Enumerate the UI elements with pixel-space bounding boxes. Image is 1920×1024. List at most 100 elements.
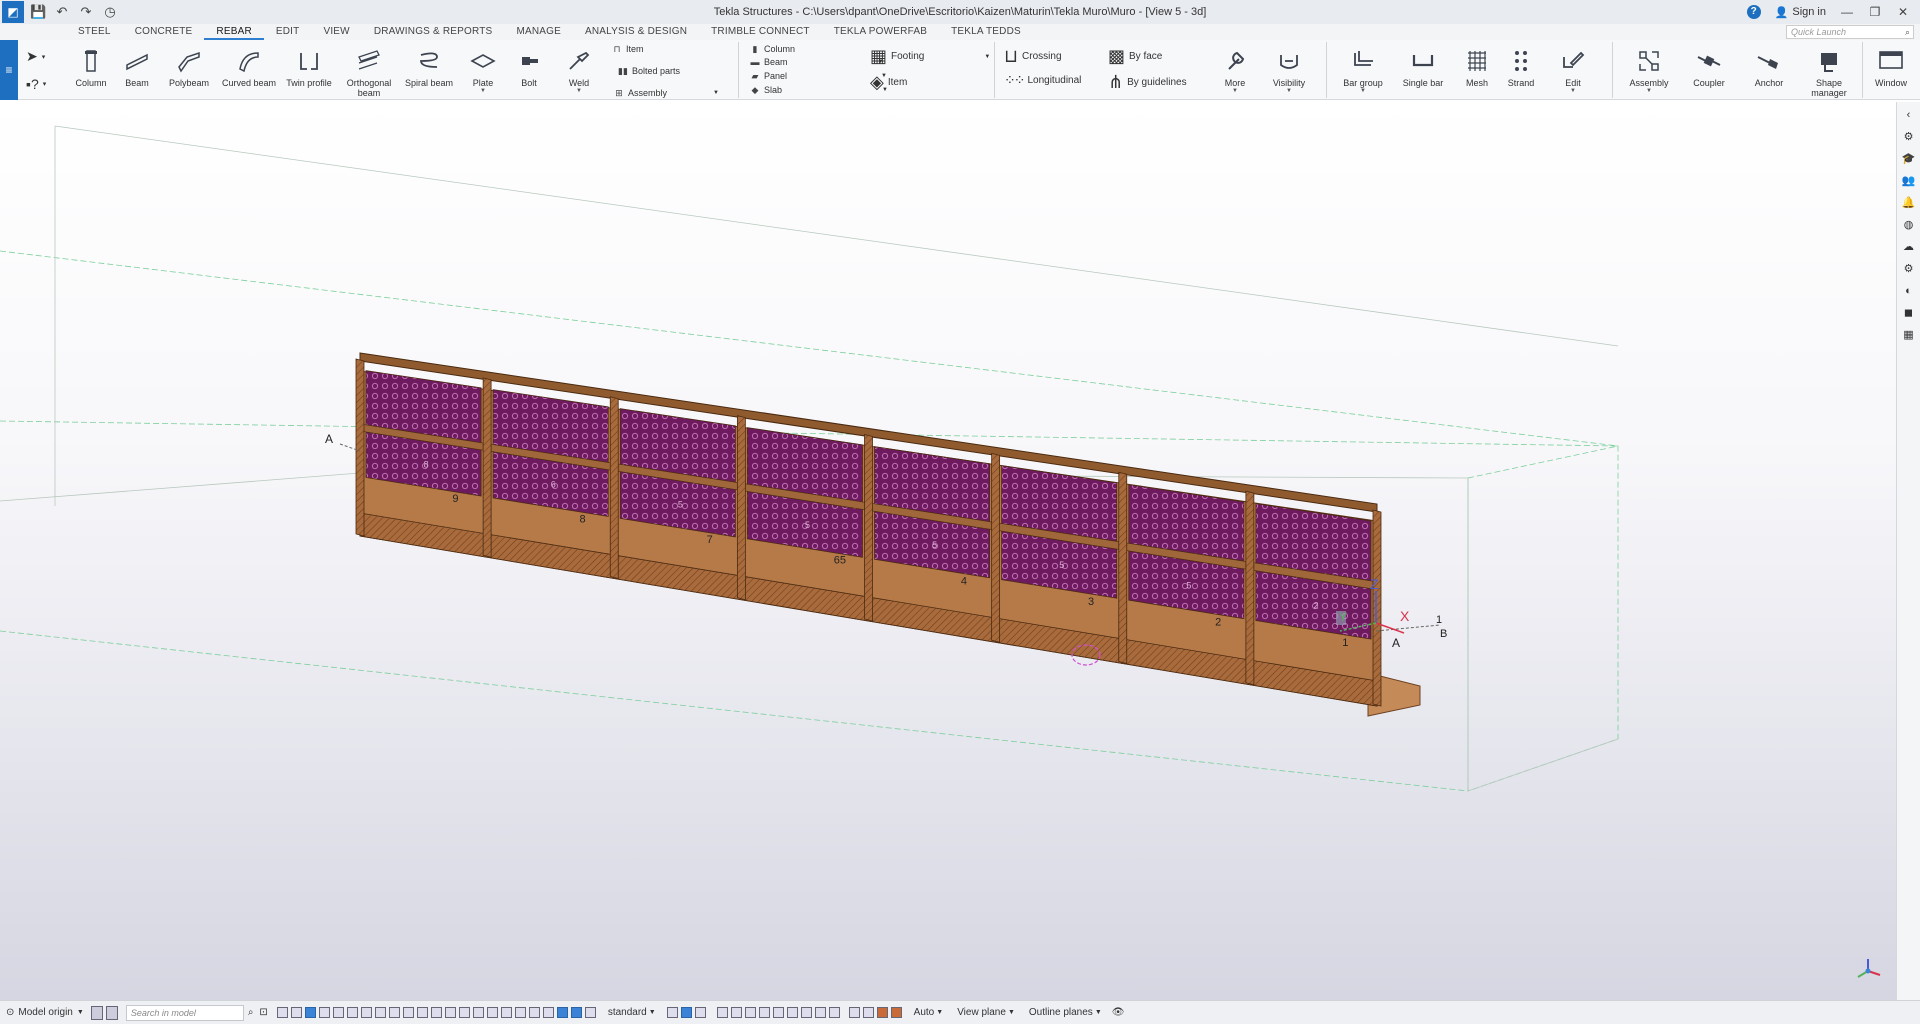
window-button[interactable]: Window (1864, 44, 1918, 98)
select-arrow-icon[interactable]: ➤ ▾ (26, 48, 45, 65)
select-switch-4[interactable] (319, 1007, 331, 1018)
snap-switch-6[interactable] (745, 1007, 757, 1018)
snap-switch-4[interactable] (717, 1007, 729, 1018)
select-switch-21[interactable] (557, 1007, 569, 1018)
select-switch-1[interactable] (277, 1007, 289, 1018)
search-icon[interactable]: ⌕ (248, 1007, 254, 1018)
properties-icon[interactable]: ⚙ (1900, 128, 1918, 146)
twin-profile-button[interactable]: Twin profile (282, 44, 336, 98)
select-switch-3[interactable] (305, 1007, 317, 1018)
quick-launch-input[interactable]: Quick Launch ⌕ (1786, 25, 1914, 39)
tab-drawings-reports[interactable]: DRAWINGS & REPORTS (362, 24, 505, 40)
history-icon[interactable]: ◷ (102, 4, 118, 20)
concrete-item-button[interactable]: ◈ Item (870, 72, 907, 93)
globe-icon[interactable]: ◍ (1900, 216, 1918, 234)
edit-dropdown-icon[interactable]: ▼ (1570, 88, 1576, 94)
plate-dropdown-icon[interactable]: ▼ (480, 88, 486, 94)
select-switch-9[interactable] (389, 1007, 401, 1018)
longitudinal-button[interactable]: ⁘⁘ Longitudinal (1004, 72, 1081, 89)
polybeam-button[interactable]: Polybeam (162, 44, 216, 98)
bolted-parts-button[interactable]: ▮▮ Bolted parts (618, 66, 680, 76)
wall-post[interactable] (1245, 490, 1255, 686)
tab-rebar[interactable]: REBAR (204, 24, 264, 40)
users-icon[interactable]: 👥 (1900, 172, 1918, 190)
tab-view[interactable]: VIEW (311, 24, 361, 40)
single-bar-button[interactable]: Single bar (1396, 44, 1450, 98)
select-switch-13[interactable] (445, 1007, 457, 1018)
select-switch-19[interactable] (529, 1007, 541, 1018)
settings-icon[interactable]: ⚙ (1900, 260, 1918, 278)
model-canvas[interactable]: 9 8 8 6 7 5 65 5 4 5 3 5 2 5 1 2 A A 1 B X Y Z (0, 101, 1896, 1000)
more-button[interactable]: More ▼ (1208, 44, 1262, 98)
select-switch-7[interactable] (361, 1007, 373, 1018)
zoom-to-selected-icon[interactable]: ⊡ (259, 1007, 267, 1018)
select-switch-8[interactable] (375, 1007, 387, 1018)
spiral-beam-button[interactable]: Spiral beam (402, 44, 456, 98)
snap-switch-7[interactable] (759, 1007, 771, 1018)
redo-icon[interactable]: ↷ (78, 4, 94, 20)
select-switch-16[interactable] (487, 1007, 499, 1018)
select-switch-2[interactable] (291, 1007, 303, 1018)
snap-switch-15[interactable] (877, 1007, 889, 1018)
wall-post[interactable] (864, 433, 873, 622)
selection-filter-select[interactable]: standard ▼ (604, 1004, 660, 1022)
wall-model[interactable]: 9 8 8 6 7 5 65 5 4 5 3 5 2 5 1 2 (355, 352, 1421, 717)
weld-assembly-button[interactable]: ⊞ Assembly ▼ (614, 88, 719, 98)
save-icon[interactable]: 💾 (30, 4, 46, 20)
weld-button[interactable]: Weld ▼ (552, 44, 606, 98)
snap-switch-9[interactable] (787, 1007, 799, 1018)
concrete-column-button[interactable]: ▮ Column (750, 44, 796, 54)
tab-concrete[interactable]: CONCRETE (123, 24, 205, 40)
snap-switch-11[interactable] (815, 1007, 827, 1018)
select-switch-15[interactable] (473, 1007, 485, 1018)
footing-dropdown-icon[interactable]: ▼ (984, 54, 990, 60)
select-switch-12[interactable] (431, 1007, 443, 1018)
notifications-icon[interactable]: 🔔 (1900, 194, 1918, 212)
by-face-button[interactable]: ▩ By face (1108, 46, 1162, 67)
rebar-edit-button[interactable]: Edit ▼ (1546, 44, 1600, 98)
sign-in-button[interactable]: 👤 Sign in (1775, 6, 1826, 19)
cloud-icon[interactable]: ☁ (1900, 238, 1918, 256)
wall-post[interactable] (355, 358, 365, 537)
select-switch-6[interactable] (347, 1007, 359, 1018)
beam-button[interactable]: Beam (110, 44, 164, 98)
visibility-button[interactable]: Visibility ▼ (1262, 44, 1316, 98)
snap-switch-2[interactable] (681, 1007, 693, 1018)
weld-dropdown-icon[interactable]: ▼ (576, 88, 582, 94)
view-axes-icon[interactable] (1857, 959, 1881, 978)
concrete-panel-button[interactable]: ▰ Panel ▼ (750, 71, 887, 81)
wall-post[interactable] (609, 396, 619, 580)
tab-analysis-design[interactable]: ANALYSIS & DESIGN (573, 24, 699, 40)
orthogonal-beam-button[interactable]: Orthogonal beam (342, 44, 396, 98)
more-dropdown-icon[interactable]: ▼ (1232, 88, 1238, 94)
tab-tekla-powerfab[interactable]: TEKLA POWERFAB (822, 24, 939, 40)
wall-post[interactable] (991, 452, 1001, 643)
snap-switch-8[interactable] (773, 1007, 785, 1018)
outline-planes-select[interactable]: Outline planes ▼ (1025, 1004, 1106, 1022)
visibility-dropdown-icon[interactable]: ▼ (1286, 88, 1292, 94)
help-icon[interactable]: ? (1746, 5, 1761, 19)
bolt-button[interactable]: Bolt (502, 44, 556, 98)
snap-help-icon[interactable]: ▪? ▾ (26, 76, 46, 92)
assembly-button[interactable]: Assembly ▼ (1622, 44, 1676, 98)
wall-post[interactable] (1118, 471, 1128, 665)
model-view-3d[interactable]: 9 8 8 6 7 5 65 5 4 5 3 5 2 5 1 2 A A 1 B X Y Z (0, 101, 1896, 1000)
side-pane-toggle[interactable]: ≡ (0, 40, 18, 100)
search-in-model-input[interactable]: Search in model (125, 1004, 244, 1021)
select-switch-11[interactable] (417, 1007, 429, 1018)
snap-switch-16[interactable] (891, 1007, 903, 1018)
select-switch-17[interactable] (501, 1007, 513, 1018)
bar-group-button[interactable]: Bar group ▼ (1336, 44, 1390, 98)
collapse-panel-icon[interactable]: ‹ (1900, 106, 1918, 124)
wall-post[interactable] (482, 377, 492, 558)
select-switch-14[interactable] (459, 1007, 471, 1018)
select-switch-23[interactable] (585, 1007, 597, 1018)
learning-icon[interactable]: 🎓 (1900, 150, 1918, 168)
components-icon[interactable]: ◼ (1900, 304, 1918, 322)
visibility-toggle-icon[interactable]: 👁 (1112, 1004, 1125, 1022)
snap-switch-12[interactable] (829, 1007, 841, 1018)
weld-item-button[interactable]: ⊓ Item (612, 44, 643, 54)
tekla-logo-icon[interactable]: ◩ (2, 1, 24, 23)
restore-icon[interactable]: ❐ (1868, 5, 1882, 19)
snap-switch-5[interactable] (731, 1007, 743, 1018)
